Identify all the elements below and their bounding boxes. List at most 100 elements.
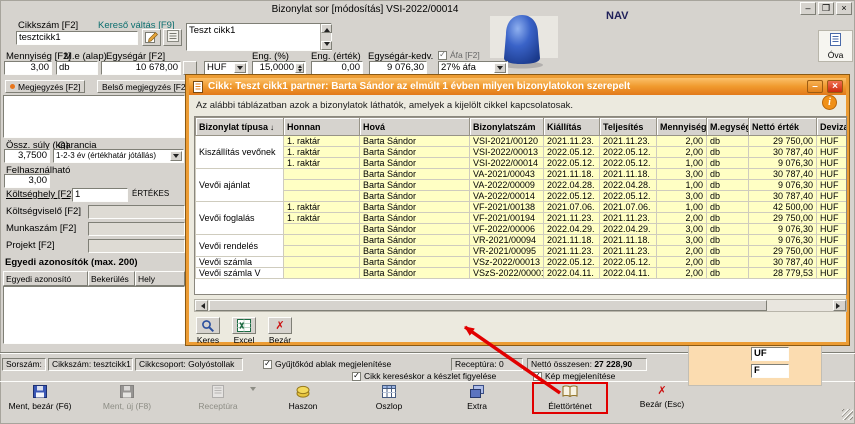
- history-table-row[interactable]: 1. raktárBarta SándorVSI-2022/000142022.…: [196, 158, 848, 169]
- maximize-icon: ❒: [822, 4, 830, 13]
- save-new-button[interactable]: Ment, új (F8): [90, 383, 164, 416]
- cikkszam-input[interactable]: tesztcikk1: [16, 31, 138, 45]
- history-table-row[interactable]: Kiszállítás vevőnek1. raktárBarta Sándor…: [196, 136, 848, 147]
- afa-select[interactable]: 27% áfa: [438, 61, 508, 75]
- spinner[interactable]: [295, 63, 304, 73]
- egyedi-table-body[interactable]: [3, 286, 185, 344]
- history-table-row[interactable]: Barta SándorVF-2022/000062022.04.29.2022…: [196, 224, 848, 235]
- document-type-cell: Vevői rendelés: [196, 235, 284, 257]
- history-table-row[interactable]: Vevői foglalás1. raktárBarta SándorVF-20…: [196, 202, 848, 213]
- history-table-cell: Barta Sándor: [360, 257, 470, 268]
- ossz-suly-input[interactable]: 3,7500: [4, 149, 50, 163]
- koltseghely-label: Költséghely [F2]: [6, 190, 74, 200]
- scroll-left-icon[interactable]: [195, 300, 208, 311]
- eng-ertek-input[interactable]: 0,00: [311, 61, 363, 75]
- dialog-minimize-button[interactable]: –: [807, 80, 823, 93]
- chevron-down-icon[interactable]: [234, 63, 246, 73]
- projekt-input[interactable]: [88, 239, 185, 253]
- resize-grip[interactable]: [842, 409, 853, 420]
- chevron-down-icon[interactable]: [250, 391, 256, 401]
- history-table-header[interactable]: Kiállítás: [544, 118, 600, 136]
- history-table-cell: Barta Sándor: [360, 246, 470, 257]
- megjegyzes-textarea[interactable]: [3, 95, 185, 138]
- recipe-button[interactable]: Receptúra: [178, 383, 258, 416]
- history-table-header[interactable]: M.egység: [707, 118, 749, 136]
- koltsegviselo-input[interactable]: [88, 205, 185, 219]
- koltseghely-name: ÉRTÉKES: [132, 190, 169, 198]
- currency-select[interactable]: HUF: [204, 61, 248, 75]
- document-type-cell: Vevői számla V: [196, 268, 284, 279]
- history-table-row[interactable]: Vevői rendelésBarta SándorVR-2021/000942…: [196, 235, 848, 246]
- history-table-body: Kiszállítás vevőnek1. raktárBarta Sándor…: [196, 136, 848, 279]
- munkaszam-input[interactable]: [88, 222, 185, 236]
- scroll-down-icon[interactable]: [321, 41, 332, 50]
- maximize-button[interactable]: ❒: [818, 2, 834, 15]
- history-table-header[interactable]: Nettó érték: [749, 118, 817, 136]
- afa-checkbox[interactable]: ✓ Áfa [F2]: [438, 50, 480, 60]
- search-button[interactable]: Keres: [196, 317, 220, 345]
- me-input[interactable]: db: [56, 61, 98, 75]
- info-icon[interactable]: i: [822, 95, 837, 110]
- tab-belso-megjegyzes[interactable]: Belső megjegyzés [F2]: [97, 80, 193, 93]
- dialog-close-button[interactable]: ×: [827, 80, 843, 93]
- history-table-header[interactable]: Honnan: [284, 118, 360, 136]
- felhasznalhato-input[interactable]: 3,00: [4, 174, 50, 188]
- history-table-row[interactable]: Vevői számlaBarta SándorVSz-2022/0001320…: [196, 257, 848, 268]
- history-table-row[interactable]: Barta SándorVR-2021/000952021.11.23.2021…: [196, 246, 848, 257]
- history-table-header[interactable]: Hová: [360, 118, 470, 136]
- scroll-up-icon[interactable]: [321, 24, 332, 33]
- history-table-row[interactable]: Vevői ajánlatBarta SándorVA-2021/0004320…: [196, 169, 848, 180]
- history-table-row[interactable]: Barta SándorVA-2022/000142022.05.12.2022…: [196, 191, 848, 202]
- chevron-down-icon[interactable]: [494, 63, 506, 73]
- horizontal-scrollbar[interactable]: [194, 299, 847, 312]
- save-close-button[interactable]: Ment, bezár (F6): [2, 383, 78, 416]
- profit-button[interactable]: Haszon: [266, 383, 340, 416]
- history-table-cell: [284, 235, 360, 246]
- tab-megjegyzes[interactable]: Megjegyzés [F2]: [5, 80, 85, 93]
- garancia-select[interactable]: 1-2-3 év (értékhatár jótállás): [53, 149, 184, 163]
- history-table-row[interactable]: 1. raktárBarta SándorVSI-2022/000132022.…: [196, 147, 848, 158]
- history-table-cell: db: [707, 180, 749, 191]
- minimize-button[interactable]: –: [800, 2, 816, 15]
- item-history-dialog: Cikk: Teszt cikk1 partner: Barta Sándor …: [186, 75, 849, 345]
- item-name-scrollbar[interactable]: [320, 24, 331, 50]
- kep-checkbox[interactable]: ✓ Kép megjelenítése: [533, 371, 615, 381]
- chevron-down-icon[interactable]: [170, 151, 182, 161]
- background-panel-ova: Óva: [818, 30, 853, 62]
- egysegar-input[interactable]: 10 678,00: [101, 61, 181, 75]
- scroll-right-icon[interactable]: [833, 300, 846, 311]
- kereses-checkbox[interactable]: ✓ Cikk kereséskor a készlet figyelése: [352, 371, 496, 381]
- columns-button[interactable]: Oszlop: [352, 383, 426, 416]
- item-name-box[interactable]: Teszt cikk1: [186, 23, 332, 51]
- toolbar-close-button[interactable]: ✗ Bezár (Esc): [624, 383, 700, 416]
- status-cikkszam: Cikkszám: tesztcikk1: [48, 358, 133, 371]
- history-table-header[interactable]: Mennyiség: [657, 118, 707, 136]
- mennyiseg-input[interactable]: 3,00: [4, 61, 52, 75]
- scrollbar-thumb[interactable]: [209, 300, 767, 311]
- koltseghely-input[interactable]: 1: [72, 188, 128, 202]
- history-table-cell: HUF: [817, 213, 848, 224]
- unit-price-extra-button[interactable]: [183, 61, 197, 75]
- history-table-cell: Barta Sándor: [360, 191, 470, 202]
- history-table-row[interactable]: 1. raktárBarta SándorVF-2021/001942021.1…: [196, 213, 848, 224]
- gyujtokod-checkbox[interactable]: ✓ Gyűjtőkód ablak megjelenítése: [263, 359, 391, 369]
- egyedi-header-azonosito[interactable]: Egyedi azonosító: [3, 271, 88, 286]
- history-table-cell: 2022.04.28.: [544, 180, 600, 191]
- extra-button[interactable]: Extra: [440, 383, 514, 416]
- dialog-close-footer-button[interactable]: ✗ Bezár: [268, 317, 292, 345]
- item-options-button[interactable]: [163, 29, 182, 46]
- history-table-row[interactable]: Barta SándorVA-2022/000092022.04.28.2022…: [196, 180, 848, 191]
- dialog-titlebar[interactable]: Cikk: Teszt cikk1 partner: Barta Sándor …: [189, 78, 846, 95]
- history-table-cell: 2,00: [657, 257, 707, 268]
- history-table-header[interactable]: Devizanem: [817, 118, 848, 136]
- history-table-row[interactable]: Vevői számla VBarta SándorVSzS-2022/0000…: [196, 268, 848, 279]
- excel-export-button[interactable]: Excel: [232, 317, 256, 345]
- history-table-header[interactable]: Teljesítés: [600, 118, 657, 136]
- egyedi-header-bekerules[interactable]: Bekerülés: [88, 271, 135, 286]
- edit-item-button[interactable]: [142, 29, 161, 46]
- egyedi-header-hely[interactable]: Hely: [135, 271, 185, 286]
- close-button[interactable]: ×: [836, 2, 852, 15]
- eng-szazalek-input[interactable]: 15,0000: [252, 61, 306, 75]
- history-table-header[interactable]: Bizonylatszám: [470, 118, 544, 136]
- history-table-header[interactable]: Bizonylat típusa↓: [196, 118, 284, 136]
